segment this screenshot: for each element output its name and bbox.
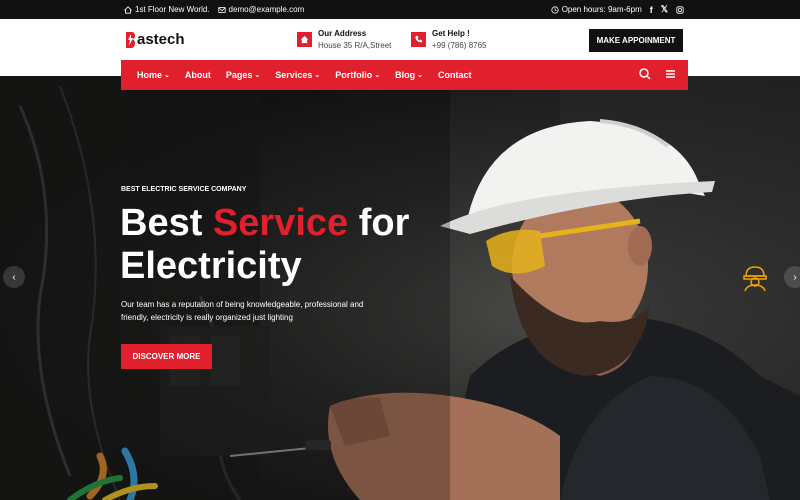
address-block: Our Address House 35 R/A,Street xyxy=(297,29,391,50)
discover-more-button[interactable]: DISCOVER MORE xyxy=(121,344,212,369)
help-title: Get Help ! xyxy=(432,29,470,38)
x-icon[interactable]: 𝕏 xyxy=(661,4,668,15)
worker-helmet-icon xyxy=(743,266,767,292)
mail-icon xyxy=(217,6,226,13)
bolt-logo-icon xyxy=(126,31,135,48)
clock-icon xyxy=(551,5,559,14)
address-value: House 35 R/A,Street xyxy=(318,41,392,50)
hero-description: Our team has a reputation of being knowl… xyxy=(121,300,364,322)
address-title: Our Address xyxy=(318,29,367,38)
nav-item-contact[interactable]: Contact xyxy=(438,70,472,80)
chevron-down-icon: ⌄ xyxy=(374,72,381,79)
help-phone[interactable]: +99 (786) 8765 xyxy=(432,41,487,50)
home-icon xyxy=(297,32,312,47)
hero-tagline: BEST ELECTRIC SERVICE COMPANY xyxy=(121,186,247,193)
hero-title-accent: Service xyxy=(212,202,349,244)
phone-icon xyxy=(411,32,426,47)
nav-item-pages[interactable]: Pages ⌄ xyxy=(226,70,260,80)
site-logo[interactable]: astech xyxy=(124,31,185,48)
logo-text: astech xyxy=(137,31,185,48)
nav-item-blog[interactable]: Blog ⌄ xyxy=(395,70,423,80)
topbar-address: 1st Floor New World. xyxy=(124,5,210,14)
slider-prev-arrow-icon[interactable]: ‹ xyxy=(3,266,25,288)
menu-icon[interactable] xyxy=(665,68,676,80)
chevron-down-icon: ⌄ xyxy=(314,72,321,79)
slider-next-arrow-icon[interactable]: › xyxy=(784,266,800,288)
nav-item-portfolio[interactable]: Portfolio ⌄ xyxy=(335,70,380,80)
search-icon[interactable] xyxy=(639,68,651,80)
hero-background-image xyxy=(0,76,800,500)
make-appointment-button[interactable]: MAKE APPOINMENT xyxy=(589,29,683,52)
top-bar: 1st Floor New World. demo@example.com Op… xyxy=(0,0,800,19)
main-nav: Home ⌄ About Pages ⌄ Services ⌄ Portfolio ⌄ … xyxy=(121,60,688,90)
instagram-icon[interactable] xyxy=(676,5,684,14)
topbar-hours: Open hours: 9am-6pm xyxy=(551,5,642,14)
chevron-down-icon: ⌄ xyxy=(417,72,423,79)
hero-section: BEST ELECTRIC SERVICE COMPANY Best Servi… xyxy=(0,76,800,500)
nav-item-home[interactable]: Home ⌄ xyxy=(137,70,170,80)
facebook-icon[interactable]: f xyxy=(650,5,653,15)
chevron-down-icon: ⌄ xyxy=(254,72,261,79)
nav-item-services[interactable]: Services ⌄ xyxy=(275,70,320,80)
home-icon xyxy=(124,5,132,14)
help-block: Get Help ! +99 (786) 8765 xyxy=(411,29,487,50)
chevron-down-icon: ⌄ xyxy=(164,72,170,79)
hero-title: Best Service for Electricity xyxy=(120,202,410,287)
nav-item-about[interactable]: About xyxy=(185,70,211,80)
topbar-email[interactable]: demo@example.com xyxy=(217,5,304,14)
